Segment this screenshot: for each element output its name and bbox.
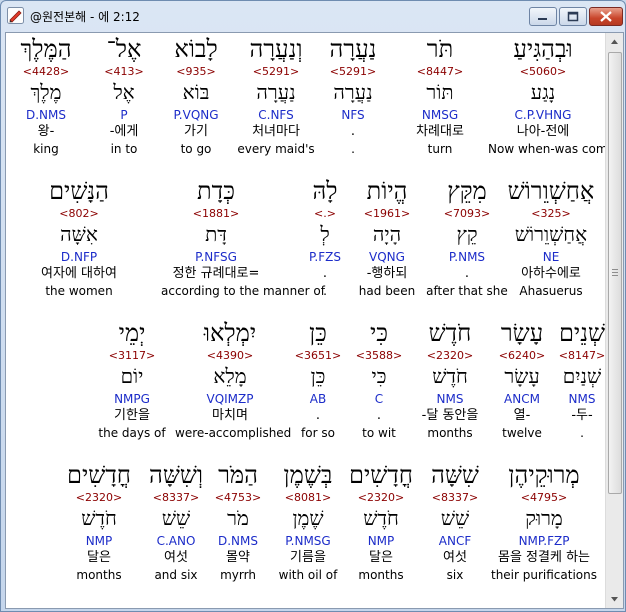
strong-number: <802> xyxy=(59,207,99,220)
korean-gloss: 정한 규례대로= xyxy=(172,266,260,281)
lexical-form: אִשָּׁה xyxy=(60,222,98,246)
korean-gloss: 여자에 대하여 xyxy=(41,266,117,281)
pencil-app-icon xyxy=(7,7,24,24)
window-title: @원전본해 - 에 2:12 xyxy=(30,10,140,24)
korean-gloss: 마치며 xyxy=(212,408,248,423)
english-gloss: king xyxy=(33,142,59,156)
korean-gloss: 달은 xyxy=(87,550,111,565)
english-gloss: months xyxy=(76,568,122,582)
word-cell[interactable]: וּבְהַגִּיעַ <5060> נָגַע C.P.VHNG 나아-전에 Now … xyxy=(488,35,615,159)
korean-gloss: . xyxy=(322,266,328,281)
strong-number: <.> xyxy=(314,207,336,220)
lexical-form: דָּת xyxy=(205,222,227,246)
hebrew-word: חֳדָשִׁים xyxy=(66,461,131,489)
hebrew-word: הַנָּשִׁים xyxy=(49,177,109,205)
app-window: @원전본해 - 에 2:12 וּבְהַגִּיעַ <5060> נָגַע C.… xyxy=(0,0,626,612)
hebrew-word: הַמֶּלֶךְ xyxy=(20,35,72,63)
lexical-form: יוֹם xyxy=(120,364,144,388)
word-cell[interactable]: הַמֶּלֶךְ <4428> מֶלֶךְ D.NMS 왕-king xyxy=(6,35,101,159)
english-gloss: the women xyxy=(45,284,113,298)
strong-number: <5060> xyxy=(519,65,567,78)
word-cell[interactable]: יְמֵי <3117> יוֹם NMPG 기한을 the days of xyxy=(77,319,187,443)
strong-number: <3117> xyxy=(108,349,156,362)
english-gloss: the days of xyxy=(98,426,166,440)
title-bar[interactable]: @원전본해 - 에 2:12 xyxy=(1,1,625,31)
word-cell[interactable]: לָהּ <.> לְ P.FZS.. xyxy=(270,177,380,301)
morphology-code: D.NFP xyxy=(60,250,98,264)
morphology-code: C.P.VHNG xyxy=(514,108,572,122)
word-cell[interactable]: הַנָּשִׁים <802> אִשָּׁה D.NFP 여자에 대하여 the wo… xyxy=(24,177,134,301)
lexical-form: חֹדֶשׁ xyxy=(81,506,117,530)
hebrew-word: וּבְהַגִּיעַ xyxy=(513,35,573,63)
strong-number: <4428> xyxy=(22,65,70,78)
scroll-up-arrow-icon[interactable] xyxy=(606,33,623,50)
korean-gloss: 기한을 xyxy=(114,408,150,423)
minimize-button[interactable] xyxy=(529,7,557,26)
morphology-code: D.NMS xyxy=(25,108,66,122)
lexical-form: נָגַע xyxy=(530,80,556,104)
hebrew-word: יִמְלְאוּ xyxy=(203,319,257,347)
maximize-button[interactable] xyxy=(559,7,587,26)
morphology-code: VQIMZP xyxy=(206,392,254,406)
hebrew-word: יְמֵי xyxy=(118,319,146,347)
lexical-form: לְ xyxy=(320,222,330,246)
word-cell[interactable]: כְּדָת <1881> דָּת P.NFSG 정한 규례대로= according … xyxy=(161,177,325,301)
maximize-icon xyxy=(567,11,579,22)
strong-number: <4390> xyxy=(206,349,254,362)
hebrew-word: לָהּ xyxy=(312,177,338,205)
english-gloss: Now when-was come xyxy=(488,142,615,156)
word-cell[interactable]: יִמְלְאוּ <4390> מָלֵא VQIMZP 마치며 were-accomp… xyxy=(175,319,292,443)
scroll-down-arrow-icon[interactable] xyxy=(606,591,623,608)
close-icon xyxy=(600,11,612,22)
morphology-code: NMPG xyxy=(114,392,150,406)
strong-number: <2320> xyxy=(75,491,123,504)
vertical-scrollbar[interactable] xyxy=(605,33,623,608)
strong-number: <1881> xyxy=(192,207,240,220)
hebrew-word: כְּדָת xyxy=(197,177,235,205)
verse-analysis-pane[interactable]: וּבְהַגִּיעַ <5060> נָגַע C.P.VHNG 나아-전에 Now … xyxy=(5,32,624,609)
scrollbar-thumb[interactable] xyxy=(608,52,622,494)
close-button[interactable] xyxy=(589,7,623,26)
korean-gloss: 왕- xyxy=(37,124,55,139)
morphology-code: NMP xyxy=(85,534,113,548)
word-cell[interactable]: חֳדָשִׁים <2320> חֹדֶשׁ NMP 달은 months xyxy=(44,461,154,585)
english-gloss: were-accomplished xyxy=(175,426,292,440)
minimize-icon xyxy=(538,18,547,20)
lexical-form: מָלֵא xyxy=(213,364,247,388)
morphology-code: P.FZS xyxy=(309,250,341,264)
english-gloss: according to the manner of xyxy=(161,284,325,298)
morphology-code: P.NFSG xyxy=(195,250,237,264)
lexical-form: מֶלֶךְ xyxy=(30,80,62,104)
korean-gloss: 나아-전에 xyxy=(516,124,570,139)
